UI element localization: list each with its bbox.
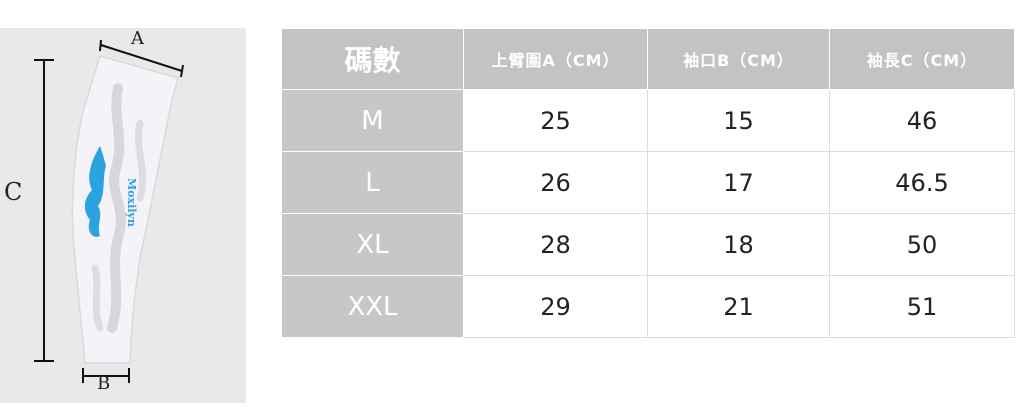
- cell-upper-arm: 28: [463, 213, 648, 276]
- cell-cuff: 17: [647, 151, 830, 214]
- cell-length: 46: [829, 89, 1015, 152]
- cell-upper-arm: 29: [463, 275, 648, 338]
- table-header-row: 碼數 上臂圍A（CM） 袖口B（CM） 袖長C（CM）: [281, 28, 1015, 90]
- product-diagram: Moxilyn A C B: [0, 28, 246, 403]
- table-row: XXL 29 21 51: [281, 275, 1015, 338]
- cell-length: 46.5: [829, 151, 1015, 214]
- cell-cuff: 21: [647, 275, 830, 338]
- cell-length: 50: [829, 213, 1015, 276]
- cell-upper-arm: 25: [463, 89, 648, 152]
- dimension-label-b: B: [97, 373, 111, 394]
- cell-cuff: 18: [647, 213, 830, 276]
- cell-upper-arm: 26: [463, 151, 648, 214]
- header-size: 碼數: [281, 28, 464, 90]
- row-size-label: L: [281, 151, 464, 214]
- dimension-label-a: A: [131, 28, 144, 49]
- cell-cuff: 15: [647, 89, 830, 152]
- table-row: M 25 15 46: [281, 89, 1015, 152]
- arm-sleeve-illustration: Moxilyn: [34, 39, 184, 383]
- size-chart-table: 碼數 上臂圍A（CM） 袖口B（CM） 袖長C（CM） M 25 15 46 L…: [281, 28, 1015, 338]
- table-row: XL 28 18 50: [281, 213, 1015, 276]
- dimension-label-c: C: [4, 178, 23, 206]
- row-size-label: M: [281, 89, 464, 152]
- header-cuff: 袖口B（CM）: [647, 28, 830, 90]
- header-length: 袖長C（CM）: [829, 28, 1015, 90]
- row-size-label: XL: [281, 213, 464, 276]
- header-upper-arm: 上臂圍A（CM）: [463, 28, 648, 90]
- row-size-label: XXL: [281, 275, 464, 338]
- svg-text:Moxilyn: Moxilyn: [125, 178, 138, 227]
- table-row: L 26 17 46.5: [281, 151, 1015, 214]
- cell-length: 51: [829, 275, 1015, 338]
